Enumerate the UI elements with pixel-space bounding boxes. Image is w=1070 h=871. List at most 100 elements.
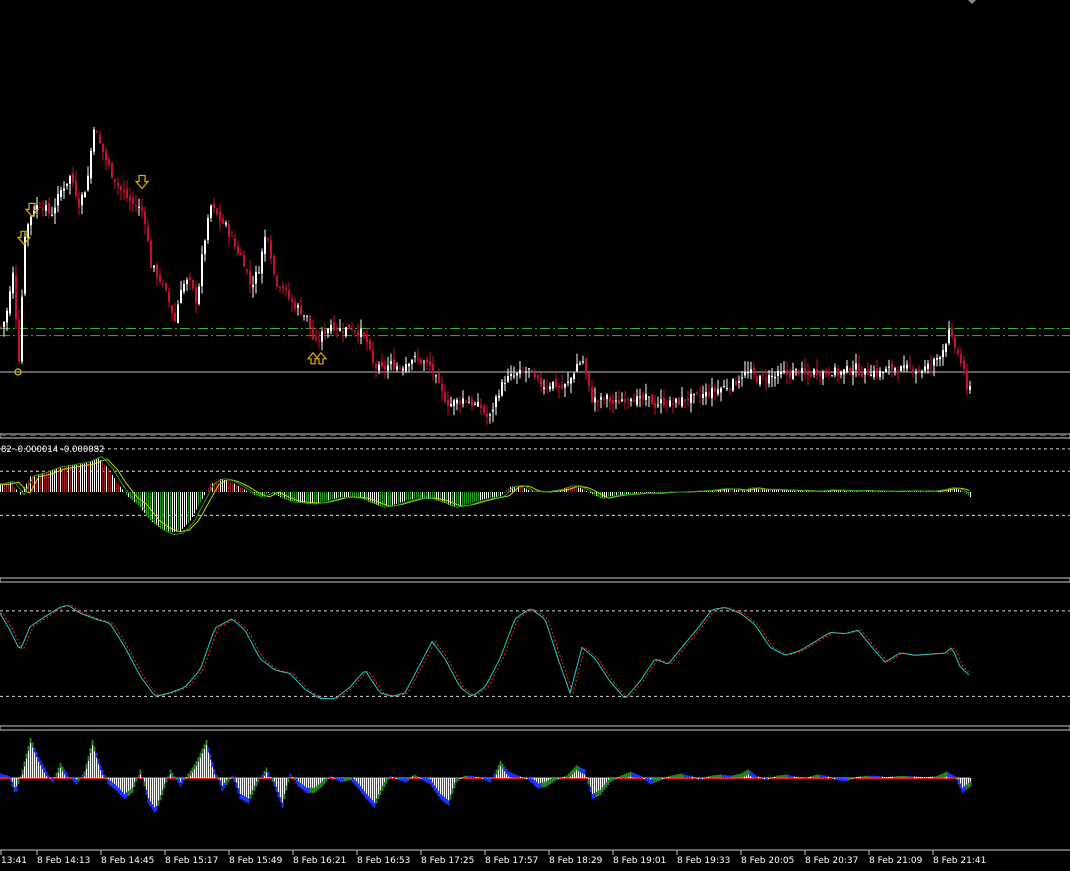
price-candle-body — [438, 372, 440, 383]
price-candle-body — [111, 162, 113, 178]
price-candle-body — [465, 400, 467, 402]
price-candle-body — [144, 211, 146, 224]
price-candle-body — [441, 384, 443, 391]
price-candle-body — [549, 386, 551, 390]
price-candle-body — [939, 357, 941, 360]
price-candle-body — [864, 368, 866, 375]
price-candle-body — [327, 328, 329, 334]
price-candle-body — [396, 366, 398, 370]
price-candle-body — [357, 331, 359, 336]
price-candle-body — [93, 129, 95, 152]
price-candle-body — [711, 387, 713, 399]
price-candle-body — [414, 356, 416, 358]
price-candle-body — [903, 365, 905, 368]
price-candle-body — [936, 358, 938, 360]
price-candle-body — [723, 386, 725, 388]
price-candle-body — [768, 375, 770, 384]
price-candle-body — [150, 240, 152, 268]
price-candle-body — [726, 388, 728, 390]
price-candle-body — [246, 269, 248, 272]
price-candle-body — [384, 365, 386, 370]
price-candle-body — [3, 321, 5, 328]
price-candle-body — [819, 373, 821, 377]
price-candle-body — [372, 350, 374, 363]
price-candle-body — [84, 192, 86, 198]
price-candle-body — [651, 395, 653, 405]
price-candle-body — [87, 175, 89, 191]
price-candle-body — [852, 370, 854, 375]
price-candle-body — [612, 400, 614, 404]
price-candle-body — [390, 361, 392, 364]
price-candle-body — [210, 205, 212, 218]
price-candle-body — [717, 389, 719, 394]
price-candle-body — [900, 366, 902, 372]
price-candle-body — [546, 387, 548, 389]
price-candle-body — [369, 340, 371, 349]
price-candle-body — [135, 205, 137, 207]
price-candle-body — [459, 401, 461, 404]
price-candle-body — [255, 271, 257, 284]
price-candle-body — [129, 196, 131, 201]
price-candle-body — [342, 331, 344, 333]
price-candle-body — [81, 194, 83, 206]
price-candle-body — [633, 400, 635, 403]
price-candle-body — [798, 370, 800, 374]
price-candle-body — [204, 240, 206, 254]
price-candle-body — [579, 363, 581, 365]
price-candle-body — [318, 340, 320, 342]
price-candle-body — [336, 327, 338, 331]
time-axis-label: 8 Feb 16:53 — [357, 856, 410, 866]
price-candle-body — [162, 283, 164, 285]
price-candle-body — [603, 398, 605, 400]
price-candle-body — [846, 366, 848, 372]
price-candle-body — [615, 400, 617, 402]
price-candle-body — [591, 387, 593, 403]
price-candle-body — [54, 207, 56, 214]
price-candle-body — [120, 186, 122, 191]
price-candle-body — [0, 326, 2, 328]
price-candle-body — [855, 363, 857, 370]
price-candle-body — [750, 369, 752, 374]
price-candle-body — [681, 397, 683, 407]
price-candle-body — [780, 371, 782, 375]
price-candle-body — [108, 159, 110, 166]
price-candle-body — [537, 375, 539, 380]
price-candle-body — [171, 305, 173, 314]
price-candle-body — [810, 374, 812, 377]
price-candle-body — [786, 369, 788, 374]
price-candle-body — [762, 374, 764, 376]
price-candle-body — [600, 397, 602, 400]
price-candle-body — [90, 150, 92, 179]
price-candle-body — [513, 375, 515, 377]
price-candle-body — [447, 399, 449, 407]
price-candle-body — [450, 403, 452, 407]
price-candle-body — [132, 197, 134, 204]
price-candle-body — [486, 413, 488, 417]
price-candle-body — [99, 134, 101, 143]
price-candle-body — [924, 366, 926, 371]
price-candle-body — [252, 285, 254, 287]
price-candle-body — [30, 216, 32, 226]
price-candle-body — [408, 363, 410, 367]
price-candle-body — [183, 284, 185, 292]
price-candle-body — [138, 207, 140, 209]
price-candle-body — [699, 395, 701, 397]
price-candle-body — [672, 403, 674, 405]
price-candle-body — [297, 305, 299, 308]
price-candle-body — [156, 264, 158, 278]
macd-values-label: 82 -0.000014 -0.000082 — [1, 445, 104, 455]
price-candle-body — [573, 373, 575, 379]
price-candle-body — [702, 393, 704, 398]
price-candle-body — [51, 215, 53, 217]
price-candle-body — [534, 373, 536, 377]
price-candle-body — [753, 367, 755, 374]
price-candle-body — [279, 287, 281, 289]
price-candle-body — [498, 395, 500, 398]
price-candle-body — [558, 385, 560, 388]
price-candle-body — [765, 377, 767, 381]
price-candle-body — [894, 368, 896, 371]
price-candle-body — [24, 237, 26, 294]
price-candle-body — [477, 402, 479, 407]
price-candle-body — [444, 392, 446, 403]
price-candle-body — [909, 364, 911, 367]
